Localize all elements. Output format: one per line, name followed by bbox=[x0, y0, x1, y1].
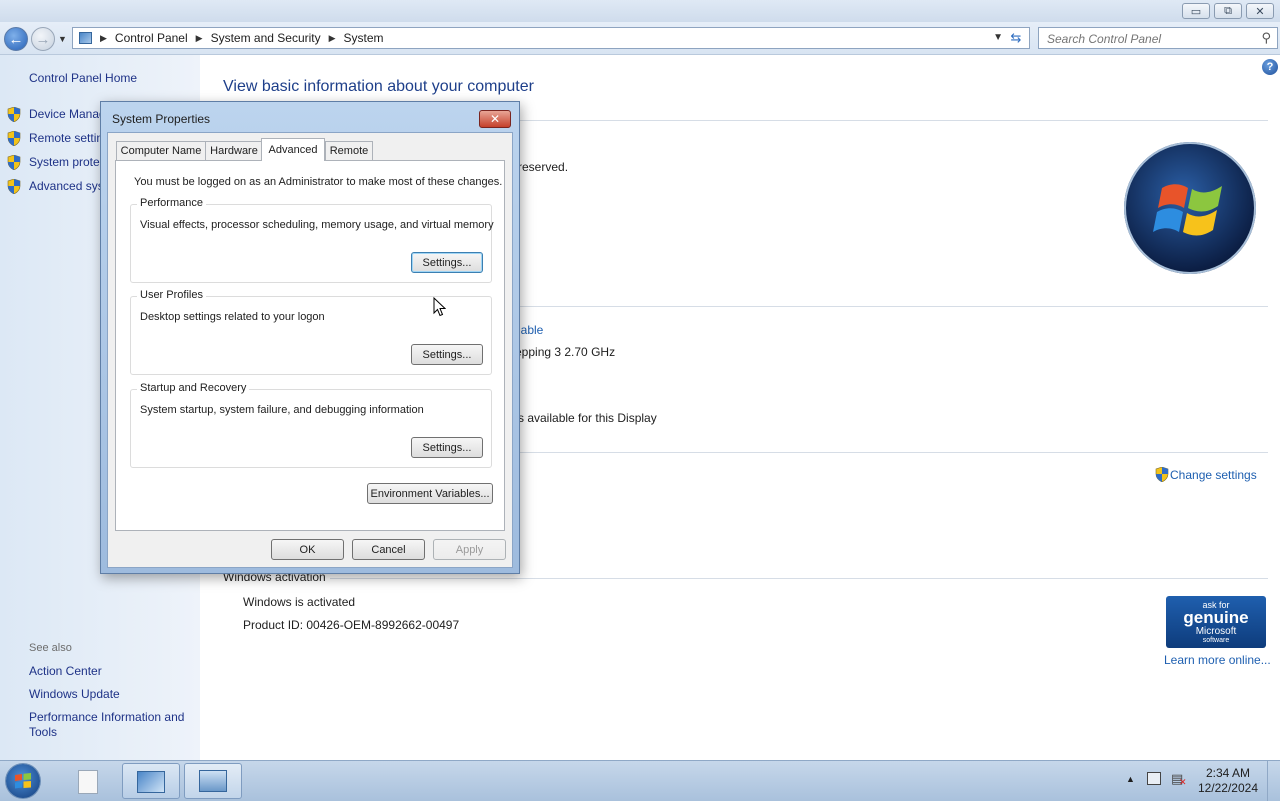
windows-update-link[interactable]: Windows Update bbox=[29, 687, 120, 701]
show-desktop-button[interactable] bbox=[1267, 761, 1280, 801]
activation-status: Windows is activated bbox=[243, 595, 356, 609]
tab-advanced[interactable]: Advanced bbox=[261, 138, 325, 161]
performance-description: Visual effects, processor scheduling, me… bbox=[140, 219, 494, 231]
divider bbox=[518, 452, 1268, 453]
tab-hardware[interactable]: Hardware bbox=[205, 141, 263, 160]
computer-icon bbox=[199, 770, 227, 792]
breadcrumb-separator-icon[interactable]: ▶ bbox=[196, 33, 203, 44]
refresh-icon[interactable]: ⇆ bbox=[1007, 30, 1025, 46]
control-panel-icon bbox=[79, 32, 92, 44]
genuine-line3: Microsoft bbox=[1195, 626, 1237, 637]
processor-text: epping 3 2.70 GHz bbox=[515, 345, 616, 359]
product-id: Product ID: 00426-OEM-8992662-00497 bbox=[243, 618, 460, 632]
shield-icon bbox=[7, 155, 21, 170]
apply-button[interactable]: Apply bbox=[433, 539, 506, 560]
control-panel-icon bbox=[137, 771, 165, 793]
taskbar: ▲ ▤ ✕ 2:34 AM 12/22/2024 bbox=[0, 760, 1280, 801]
user-profiles-description: Desktop settings related to your logon bbox=[140, 311, 325, 323]
breadcrumb-system[interactable]: System bbox=[344, 31, 384, 45]
user-profiles-settings-button[interactable]: Settings... bbox=[411, 344, 483, 365]
start-button[interactable] bbox=[6, 764, 40, 798]
taskbar-control-panel-item[interactable] bbox=[122, 763, 180, 799]
genuine-line4: software bbox=[1202, 637, 1230, 644]
search-input[interactable] bbox=[1045, 31, 1249, 47]
search-icon[interactable]: ⚲ bbox=[1261, 30, 1271, 46]
show-hidden-icons-icon[interactable]: ▲ bbox=[1126, 774, 1135, 784]
performance-settings-button[interactable]: Settings... bbox=[411, 252, 483, 273]
taskbar-explorer-item[interactable] bbox=[60, 763, 118, 799]
performance-information-link-line2[interactable]: Tools bbox=[29, 725, 57, 739]
tab-remote[interactable]: Remote bbox=[325, 141, 373, 160]
close-window-button[interactable]: ✕ bbox=[1246, 3, 1274, 19]
network-error-icon: ✕ bbox=[1179, 777, 1187, 787]
breadcrumb-separator-icon[interactable]: ▶ bbox=[329, 33, 336, 44]
dialog-close-button[interactable]: ✕ bbox=[479, 110, 511, 128]
breadcrumb-system-and-security[interactable]: System and Security bbox=[211, 31, 321, 45]
mouse-cursor-icon bbox=[433, 297, 446, 317]
ok-button[interactable]: OK bbox=[271, 539, 344, 560]
copyright-text: reserved. bbox=[518, 160, 569, 174]
startup-recovery-group: Startup and Recovery System startup, sys… bbox=[130, 382, 492, 468]
navigation-bar: ← → ▼ ▶ Control Panel ▶ System and Secur… bbox=[0, 22, 1280, 55]
blank-document-icon bbox=[78, 770, 98, 794]
restore-button[interactable]: ⧉ bbox=[1214, 3, 1242, 19]
see-also-heading: See also bbox=[29, 642, 72, 654]
breadcrumb-control-panel[interactable]: Control Panel bbox=[115, 31, 188, 45]
shield-icon bbox=[7, 107, 21, 122]
dialog-title: System Properties bbox=[112, 112, 211, 126]
cancel-button[interactable]: Cancel bbox=[352, 539, 425, 560]
divider bbox=[330, 578, 1268, 579]
change-settings-link[interactable]: Change settings bbox=[1170, 468, 1257, 482]
startup-recovery-group-title: Startup and Recovery bbox=[137, 382, 250, 394]
performance-information-link[interactable]: Performance Information and bbox=[29, 710, 184, 724]
clock-time: 2:34 AM bbox=[1205, 766, 1250, 780]
genuine-line2: genuine bbox=[1183, 608, 1249, 627]
environment-variables-button[interactable]: Environment Variables... bbox=[367, 483, 493, 504]
windows-start-icon bbox=[15, 773, 31, 789]
system-clock[interactable]: 2:34 AM 12/22/2024 bbox=[1198, 766, 1258, 796]
page-title: View basic information about your comput… bbox=[223, 78, 534, 95]
admin-note: You must be logged on as an Administrato… bbox=[134, 176, 503, 188]
learn-more-link[interactable]: Learn more online... bbox=[1164, 653, 1271, 667]
windows-flag-icon bbox=[1153, 184, 1222, 236]
startup-recovery-description: System startup, system failure, and debu… bbox=[140, 404, 424, 416]
minimize-button[interactable]: ▭ bbox=[1182, 3, 1210, 19]
breadcrumb-separator-icon[interactable]: ▶ bbox=[100, 33, 107, 44]
pen-touch-text: s available for this Display bbox=[518, 411, 657, 425]
rating-link[interactable]: lable bbox=[518, 323, 543, 337]
divider bbox=[518, 306, 1268, 307]
shield-icon bbox=[7, 179, 21, 194]
windows-logo bbox=[1124, 142, 1256, 274]
performance-group-title: Performance bbox=[137, 197, 206, 209]
recent-pages-dropdown-icon[interactable]: ▼ bbox=[58, 34, 67, 44]
window-title-bar: ▭ ⧉ ✕ bbox=[0, 0, 1280, 22]
forward-button[interactable]: → bbox=[31, 27, 55, 51]
tab-computer-name[interactable]: Computer Name bbox=[116, 141, 206, 160]
performance-group: Performance Visual effects, processor sc… bbox=[130, 197, 494, 283]
advanced-tab-panel: You must be logged on as an Administrato… bbox=[115, 160, 505, 531]
action-center-flag-icon[interactable] bbox=[1147, 772, 1161, 785]
address-dropdown-icon[interactable]: ▼ bbox=[993, 32, 1003, 43]
dialog-body: Computer Name Hardware Advanced Remote Y… bbox=[107, 132, 513, 568]
shield-icon bbox=[1155, 467, 1169, 482]
clock-date: 12/22/2024 bbox=[1197, 781, 1258, 795]
help-icon[interactable]: ? bbox=[1262, 59, 1278, 75]
control-panel-home-link[interactable]: Control Panel Home bbox=[29, 71, 137, 85]
address-bar[interactable]: ▶ Control Panel ▶ System and Security ▶ … bbox=[72, 27, 1030, 49]
startup-recovery-settings-button[interactable]: Settings... bbox=[411, 437, 483, 458]
action-center-link[interactable]: Action Center bbox=[29, 664, 102, 678]
taskbar-system-properties-item[interactable] bbox=[184, 763, 242, 799]
user-profiles-group-title: User Profiles bbox=[137, 289, 206, 301]
shield-icon bbox=[7, 131, 21, 146]
back-button[interactable]: ← bbox=[4, 27, 28, 51]
search-box[interactable]: ⚲ bbox=[1038, 27, 1278, 49]
genuine-microsoft-badge[interactable]: ask for genuine Microsoft software bbox=[1166, 596, 1266, 648]
system-properties-dialog: System Properties ✕ Computer Name Hardwa… bbox=[100, 101, 520, 574]
